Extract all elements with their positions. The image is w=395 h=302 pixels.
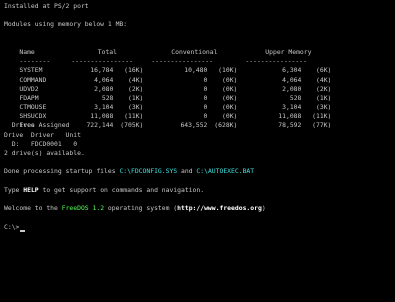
startup-done-line: Done processing startup files C:\FDCONFI… — [4, 167, 395, 176]
row-total: 11,088 — [90, 112, 114, 121]
freedos-url: http://www.freedos.org — [177, 204, 262, 213]
row-upper: 4,064 — [282, 75, 302, 84]
help-hint-suffix: to get support on commands and navigatio… — [38, 185, 205, 194]
config-file-name: C:\FDCONFIG.SYS — [119, 167, 178, 176]
row-total-k: (16K) — [124, 66, 144, 75]
col-conventional-header: Conventional — [171, 47, 218, 56]
help-hint-line: Type HELP to get support on commands and… — [4, 186, 395, 195]
row-conv: 0 — [203, 75, 208, 84]
welcome-prefix: Welcome to the — [4, 204, 62, 213]
row-total: 4,064 — [94, 75, 114, 84]
row-name: FDAPM — [19, 93, 39, 102]
freedos-product-name: FreeDOS 1.2 — [61, 204, 105, 213]
row-name: UDVD2 — [19, 84, 39, 93]
row-upper-k: (2K) — [316, 84, 332, 93]
row-upper: 6,304 — [282, 66, 302, 75]
row-conv-k: (628K) — [214, 121, 238, 130]
welcome-mid: operating system ( — [104, 204, 178, 213]
drives-table-header: Drive Driver Unit — [4, 130, 81, 139]
row-conv-k: (0K) — [222, 84, 238, 93]
dos-terminal-screen[interactable]: Installed at PS/2 port Modules using mem… — [0, 0, 395, 302]
row-conv: 0 — [203, 103, 208, 112]
row-total-k: (4K) — [128, 75, 144, 84]
row-total-k: (3K) — [128, 103, 144, 112]
col-upper-header: Upper Memory — [265, 47, 312, 56]
divider-conv: ---------------- — [151, 57, 213, 66]
row-upper-k: (1K) — [316, 93, 332, 102]
install-status-line: Installed at PS/2 port — [4, 2, 89, 10]
col-total-header: Total — [97, 47, 118, 56]
row-conv: 643,552 — [180, 121, 208, 130]
command-prompt-line[interactable]: C:\> — [4, 223, 395, 232]
divider-name: -------- — [19, 57, 51, 66]
row-name: SHSUCDX — [19, 112, 47, 121]
row-total-k: (1K) — [128, 93, 144, 102]
row-conv: 0 — [203, 84, 208, 93]
row-name: SYSTEM — [19, 66, 43, 75]
row-total-k: (2K) — [128, 84, 144, 93]
drives-table-row: D: FDCD0001 0 — [4, 139, 78, 148]
row-conv-k: (0K) — [222, 112, 238, 121]
row-upper-k: (4K) — [316, 75, 332, 84]
row-conv-k: (0K) — [222, 103, 238, 112]
row-upper: 528 — [289, 93, 302, 102]
startup-done-mid: and — [177, 167, 197, 176]
startup-done-prefix: Done processing startup files — [4, 167, 120, 176]
row-upper: 78,592 — [278, 121, 302, 130]
autoexec-file-name: C:\AUTOEXEC.BAT — [196, 167, 255, 176]
row-total: 722,144 — [86, 121, 114, 130]
row-name: CTMOUSE — [19, 103, 47, 112]
row-conv: 0 — [203, 93, 208, 102]
help-keyword: HELP — [23, 185, 39, 194]
command-prompt: C:\> — [4, 222, 20, 231]
row-total-k: (11K) — [124, 112, 144, 121]
row-total: 16,784 — [90, 66, 114, 75]
welcome-line: Welcome to the FreeDOS 1.2 operating sys… — [4, 204, 395, 213]
drives-available-line: 2 drive(s) available. — [4, 149, 85, 157]
row-total: 2,080 — [94, 84, 114, 93]
divider-upper: ---------------- — [245, 57, 307, 66]
welcome-suffix: ) — [261, 204, 266, 213]
row-conv-k: (0K) — [222, 75, 238, 84]
row-conv: 0 — [203, 112, 208, 121]
row-upper-k: (3K) — [316, 103, 332, 112]
row-conv: 10,480 — [184, 66, 208, 75]
col-name-header: Name — [19, 47, 35, 56]
row-upper-k: (6K) — [316, 66, 332, 75]
row-upper-k: (11K) — [312, 112, 332, 121]
row-total-k: (705K) — [120, 121, 144, 130]
row-conv-k: (10K) — [218, 66, 238, 75]
row-name: COMMAND — [19, 75, 47, 84]
divider-total: ---------------- — [71, 57, 133, 66]
row-upper: 3,104 — [282, 103, 302, 112]
row-upper: 2,080 — [282, 84, 302, 93]
row-conv-k: (0K) — [222, 93, 238, 102]
row-total: 3,104 — [94, 103, 114, 112]
table-header: Name Total Conventional Upper Memory — [4, 39, 395, 56]
row-upper-k: (77K) — [312, 121, 332, 130]
text-cursor — [20, 229, 26, 232]
help-hint-prefix: Type — [4, 185, 24, 194]
row-total: 528 — [101, 93, 114, 102]
row-upper: 11,088 — [278, 112, 302, 121]
modules-heading: Modules using memory below 1 MB: — [4, 20, 128, 29]
